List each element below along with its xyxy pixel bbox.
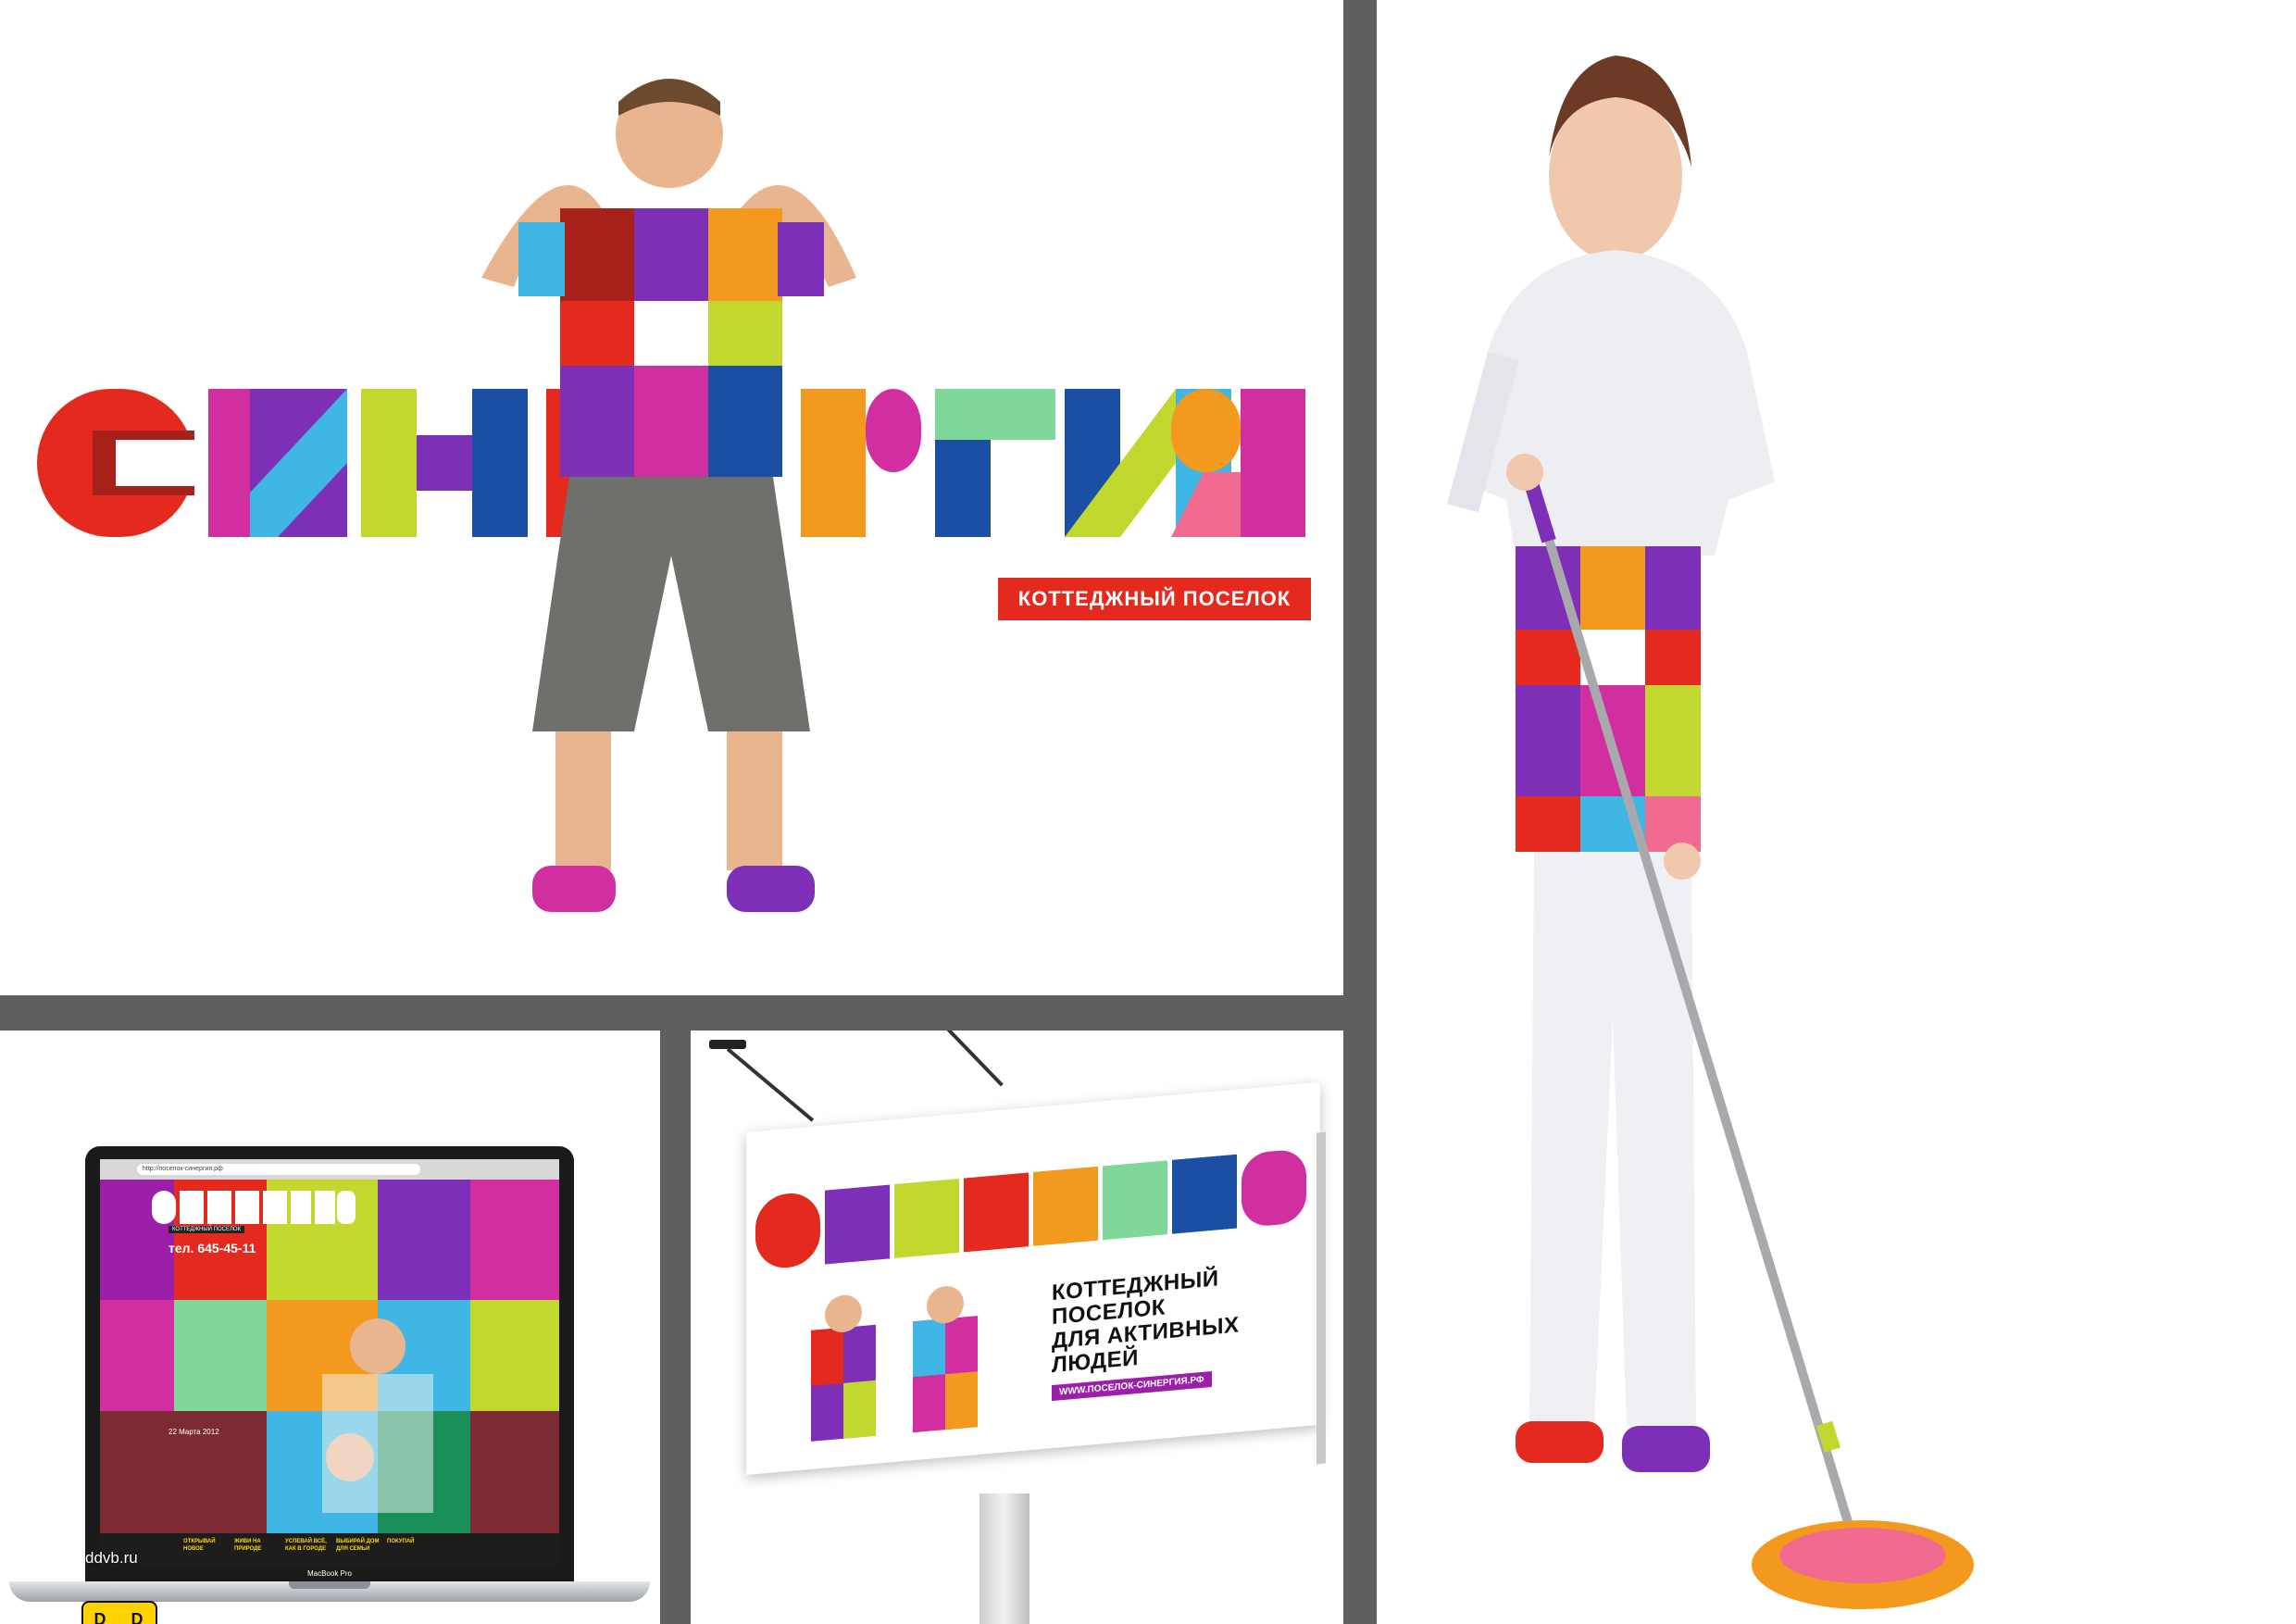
site-subtitle: КОТТЕДЖНЫЙ ПОСЕЛОК: [168, 1226, 245, 1233]
ddvb-logo: D D V B: [81, 1601, 157, 1624]
billboard-board: КОТТЕДЖНЫЙ ПОСЕЛОК ДЛЯ АКТИВНЫХ ЛЮДЕЙ WW…: [746, 1081, 1320, 1475]
wordmark-logo: [37, 79, 1305, 912]
nav-item-discover[interactable]: ОТКРЫВАЙ НОВОЕ: [183, 1538, 230, 1553]
site-phone: тел. 645-45-11: [168, 1241, 256, 1255]
apron: [1516, 546, 1701, 852]
woman-panel: [1377, 0, 2296, 1624]
cottage-village-badge: КОТТЕДЖНЫЙ ПОСЕЛОК: [998, 578, 1311, 620]
nav-item-city[interactable]: УСПЕВАЙ ВСЁ, КАК В ГОРОДЕ: [285, 1538, 331, 1553]
laptop-panel: http://поселок-синергия.рф КОТТЕДЖНЫЙ ПО…: [0, 1031, 660, 1624]
nav-item-buy[interactable]: ПОКУПАЙ: [387, 1538, 433, 1545]
nav-item-nature[interactable]: ЖИВИ НА ПРИРОДЕ: [234, 1538, 281, 1553]
kid-panel: КОТТЕДЖНЫЙ ПОСЕЛОК: [0, 0, 1343, 995]
ddvb-site-watermark: ddvb.ru: [85, 1549, 138, 1567]
laptop-screen: http://поселок-синергия.рф КОТТЕДЖНЫЙ ПО…: [100, 1159, 559, 1567]
billboard-lamp-left: [709, 1040, 746, 1049]
ddvb-letter-2: D: [131, 1610, 144, 1624]
browser-bar: http://поселок-синергия.рф: [100, 1159, 559, 1180]
ddvb-letter-1: D: [94, 1610, 106, 1624]
billboard-headline: КОТТЕДЖНЫЙ ПОСЕЛОК ДЛЯ АКТИВНЫХ ЛЮДЕЙ: [1052, 1265, 1240, 1378]
boy-figure: [481, 79, 856, 912]
browser-url-field[interactable]: http://поселок-синергия.рф: [137, 1164, 420, 1175]
billboard-people: [811, 1286, 978, 1442]
laptop-model-label: MacBook Pro: [306, 1569, 353, 1578]
nav-item-family[interactable]: ВЫБИРАЙ ДОМ ДЛЯ СЕМЬИ: [336, 1538, 382, 1553]
billboard-panel: КОТТЕДЖНЫЙ ПОСЕЛОК ДЛЯ АКТИВНЫХ ЛЮДЕЙ WW…: [691, 1031, 1343, 1624]
woman-figure: [1447, 56, 1974, 1609]
billboard-edge: [1316, 1131, 1326, 1465]
billboard-pole: [980, 1493, 1029, 1624]
billboard-lamp-arm-left: [726, 1047, 815, 1122]
site-nav: ОТКРЫВАЙ НОВОЕ ЖИВИ НА ПРИРОДЕ УСПЕВАЙ В…: [100, 1533, 559, 1567]
site-logo: [152, 1191, 356, 1224]
billboard-wordmark: [755, 1150, 1306, 1268]
billboard-lamp-arm-right: [930, 1031, 1004, 1087]
site-date: 22 Марта 2012: [168, 1428, 219, 1436]
laptop-notch: [289, 1581, 370, 1589]
